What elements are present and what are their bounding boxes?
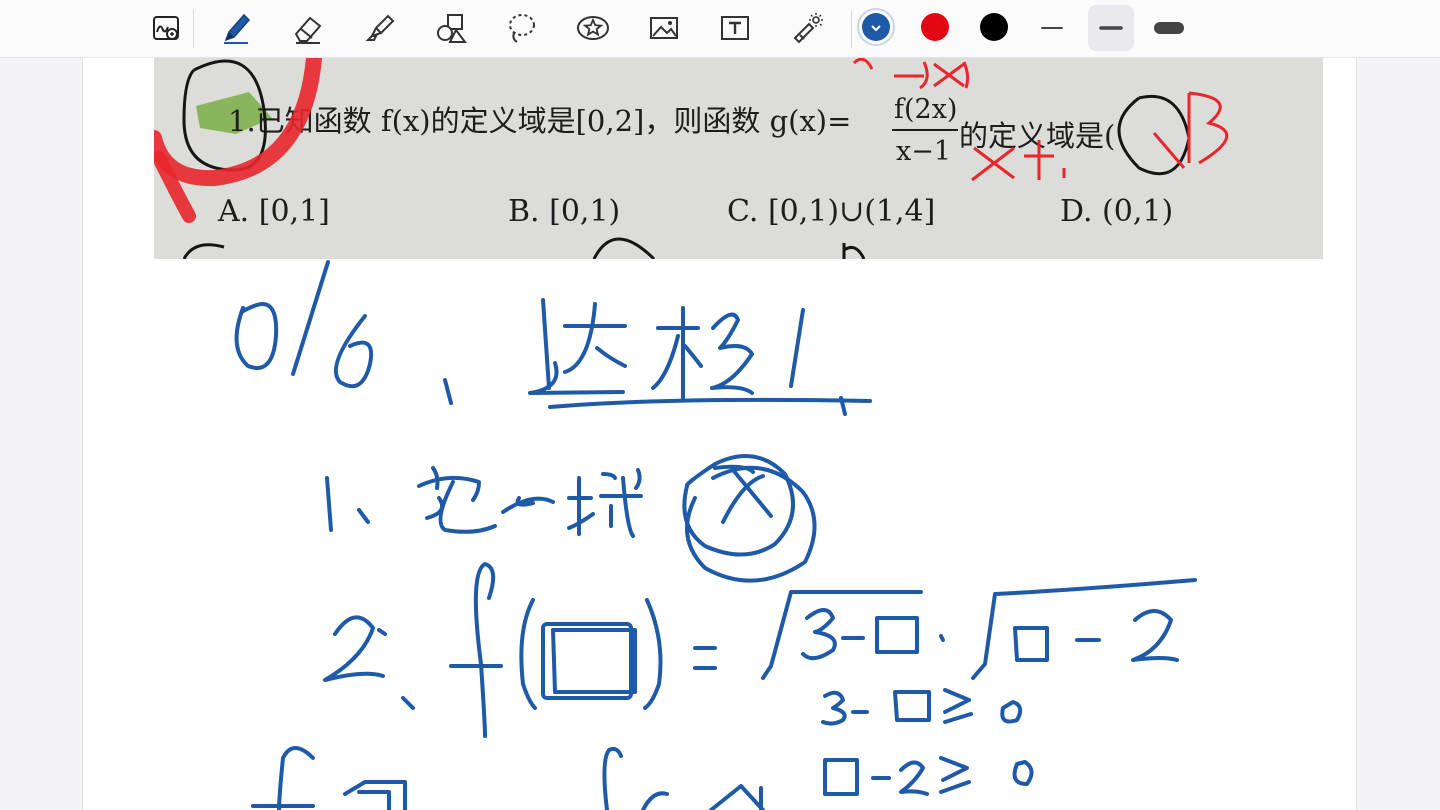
stroke-medium-button[interactable] <box>1088 5 1134 51</box>
laser-pointer-tool[interactable] <box>785 6 829 50</box>
toolbar <box>0 0 1440 58</box>
highlighter-tool[interactable] <box>358 6 402 50</box>
color-swatch-black[interactable] <box>980 13 1008 41</box>
star-sticker-icon <box>577 16 609 40</box>
chevron-down-icon <box>871 25 881 32</box>
stroke-thick-button[interactable] <box>1147 6 1191 50</box>
thin-stroke-icon <box>1041 27 1063 29</box>
toolbar-separator <box>851 10 852 48</box>
stroke-thin-button[interactable] <box>1030 6 1074 50</box>
lasso-tool[interactable] <box>500 6 544 50</box>
handwriting-zoom-icon <box>153 16 179 40</box>
image-icon <box>650 17 678 39</box>
photo-handwriting <box>154 58 1229 259</box>
pen-tool[interactable] <box>214 6 258 50</box>
shapes-icon <box>437 14 467 43</box>
text-box-icon <box>721 16 749 40</box>
sticker-tool[interactable] <box>571 6 615 50</box>
color-swatch-red[interactable] <box>921 13 949 41</box>
color-swatch-blue[interactable] <box>862 13 890 41</box>
highlighter-icon <box>365 14 395 41</box>
handwriting-zoom-tool[interactable] <box>144 6 188 50</box>
pen-icon <box>224 13 251 44</box>
eraser-tool[interactable] <box>286 6 330 50</box>
lasso-icon <box>509 14 535 43</box>
image-tool[interactable] <box>642 6 686 50</box>
shapes-tool[interactable] <box>430 6 474 50</box>
question-photo: 1.已知函数 f(x)的定义域是[0,2]，则函数 g(x)= f(2x) x−… <box>154 58 1323 259</box>
toolbar-separator <box>193 10 194 48</box>
laser-pointer-icon <box>793 13 823 44</box>
thick-stroke-icon <box>1154 22 1184 34</box>
notebook-page[interactable]: 1.已知函数 f(x)的定义域是[0,2]，则函数 g(x)= f(2x) x−… <box>83 58 1356 810</box>
eraser-icon <box>294 16 322 44</box>
text-tool[interactable] <box>713 6 757 50</box>
medium-stroke-icon <box>1099 26 1123 30</box>
